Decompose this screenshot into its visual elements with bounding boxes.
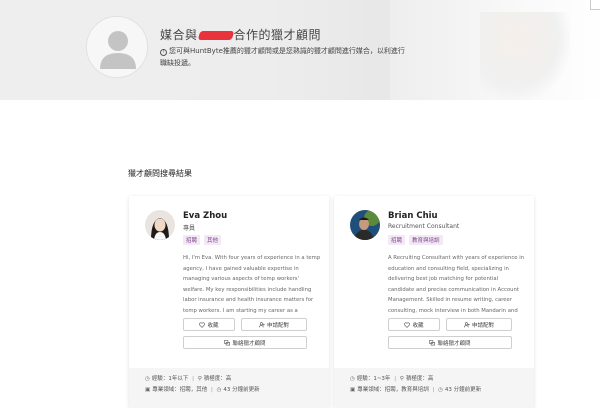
action-row: 收藏 申請配對 bbox=[183, 318, 307, 331]
consultant-role: Recruitment Consultant bbox=[388, 223, 460, 230]
consultant-name: Brian Chiu bbox=[388, 211, 438, 221]
apply-match-label: 申請配對 bbox=[471, 322, 494, 329]
hero-background-image bbox=[480, 12, 570, 100]
updated-time: 43 分鐘前更新 bbox=[223, 387, 260, 393]
field-line: ▣ 專業領域：招聘，其他 | ◷ 43 分鐘前更新 bbox=[145, 387, 260, 393]
consultant-bio: Hi, I'm Eva. With four years of experien… bbox=[183, 255, 321, 325]
info-icon: ! bbox=[160, 49, 167, 56]
section-title: 獵才顧問搜尋結果 bbox=[128, 169, 192, 178]
field-line: ▣ 專業領域：招聘，教育與培訓 | ◷ 43 分鐘前更新 bbox=[350, 387, 482, 393]
page-title-suffix: 合作的獵才顧問 bbox=[233, 28, 322, 42]
consultant-bio: A Recruiting Consultant with years of ex… bbox=[388, 255, 525, 325]
activity-icon: ⚲ bbox=[399, 376, 404, 382]
page-title-prefix: 媒合與 bbox=[160, 28, 198, 42]
field-label: 專業領域： bbox=[357, 387, 385, 393]
contact-consultant-label: 聯絡獵才顧問 bbox=[437, 340, 471, 347]
tag: 其他 bbox=[204, 235, 222, 245]
card-footer: ◷ 經驗：1年以下 | ⚲ 積極度：高 ▣ 專業領域：招聘，其他 | ◷ 43 分鐘前更… bbox=[129, 368, 329, 408]
clock-icon: ◷ bbox=[145, 376, 150, 382]
favorite-label: 收藏 bbox=[207, 322, 219, 329]
heart-icon bbox=[404, 322, 411, 328]
chat-icon bbox=[429, 339, 436, 345]
clock-icon: ◷ bbox=[350, 376, 355, 382]
briefcase-icon: ▣ bbox=[350, 387, 356, 393]
tag: 招聘 bbox=[183, 235, 201, 245]
add-user-icon bbox=[463, 321, 470, 327]
contact-consultant-button[interactable]: 聯絡獵才顧問 bbox=[388, 336, 512, 349]
field-value: 招聘，其他 bbox=[179, 387, 208, 393]
activity-icon: ⚲ bbox=[197, 376, 202, 382]
consultant-tags: 招聘 教育與培訓 bbox=[388, 235, 443, 245]
experience-line: ◷ 經驗：1~3年 | ⚲ 積極度：高 bbox=[350, 376, 434, 382]
hero-info-text: 您可與HuntByte推薦的獵才顧問或是您熟識的獵才顧問進行媒合，以利進行職缺投… bbox=[160, 47, 405, 67]
field-label: 專業領域： bbox=[152, 387, 180, 393]
apply-match-label: 申請配對 bbox=[266, 322, 289, 329]
redacted-company-name bbox=[197, 31, 234, 40]
favorite-button[interactable]: 收藏 bbox=[388, 318, 440, 331]
consultant-tags: 招聘 其他 bbox=[183, 235, 222, 245]
tag: 招聘 bbox=[388, 235, 406, 245]
hero-info: ! 您可與HuntByte推薦的獵才顧問或是您熟識的獵才顧問進行媒合，以利進行職缺… bbox=[160, 45, 410, 69]
contact-consultant-button[interactable]: 聯絡獵才顧問 bbox=[183, 336, 307, 349]
time-icon: ◷ bbox=[438, 387, 443, 393]
corner-element bbox=[590, 0, 600, 10]
consultant-role: 專員 bbox=[183, 225, 196, 232]
favorite-button[interactable]: 收藏 bbox=[183, 318, 235, 331]
contact-consultant-label: 聯絡獵才顧問 bbox=[232, 340, 266, 347]
experience-line: ◷ 經驗：1年以下 | ⚲ 積極度：高 bbox=[145, 376, 232, 382]
updated-time: 43 分鐘前更新 bbox=[444, 387, 482, 393]
activity-label: 積極度： bbox=[405, 376, 428, 382]
card-footer: ◷ 經驗：1~3年 | ⚲ 積極度：高 ▣ 專業領域：招聘，教育與培訓 | ◷ 43 分… bbox=[334, 368, 534, 408]
company-avatar bbox=[86, 16, 148, 78]
consultant-name: Eva Zhou bbox=[183, 211, 228, 221]
heart-icon bbox=[199, 322, 206, 328]
activity-label: 積極度： bbox=[203, 376, 226, 382]
favorite-label: 收藏 bbox=[412, 322, 424, 329]
experience-label: 經驗： bbox=[356, 376, 374, 382]
experience-value: 1年以下 bbox=[168, 376, 189, 382]
chat-icon bbox=[224, 339, 231, 345]
briefcase-icon: ▣ bbox=[145, 387, 151, 393]
time-icon: ◷ bbox=[216, 387, 222, 393]
apply-match-button[interactable]: 申請配對 bbox=[446, 318, 512, 331]
tag: 教育與培訓 bbox=[409, 235, 443, 245]
hero-banner: 媒合與 合作的獵才顧問 ! 您可與HuntByte推薦的獵才顧問或是您熟識的獵才顧問… bbox=[0, 0, 600, 100]
page-title: 媒合與 合作的獵才顧問 bbox=[160, 26, 321, 43]
apply-match-button[interactable]: 申請配對 bbox=[241, 318, 307, 331]
consultant-photo bbox=[145, 210, 175, 240]
experience-value: 1~3年 bbox=[373, 376, 391, 382]
add-user-icon bbox=[258, 321, 265, 327]
activity-value: 高 bbox=[427, 376, 434, 382]
consultant-photo bbox=[350, 210, 380, 240]
action-row: 收藏 申請配對 bbox=[388, 318, 512, 331]
consultant-card: Brian Chiu Recruitment Consultant 招聘 教育與… bbox=[334, 196, 534, 408]
experience-label: 經驗： bbox=[151, 376, 169, 382]
consultant-card: Eva Zhou 專員 招聘 其他 Hi, I'm Eva. With four… bbox=[129, 196, 329, 408]
activity-value: 高 bbox=[225, 376, 232, 382]
field-value: 招聘，教育與培訓 bbox=[384, 387, 429, 393]
